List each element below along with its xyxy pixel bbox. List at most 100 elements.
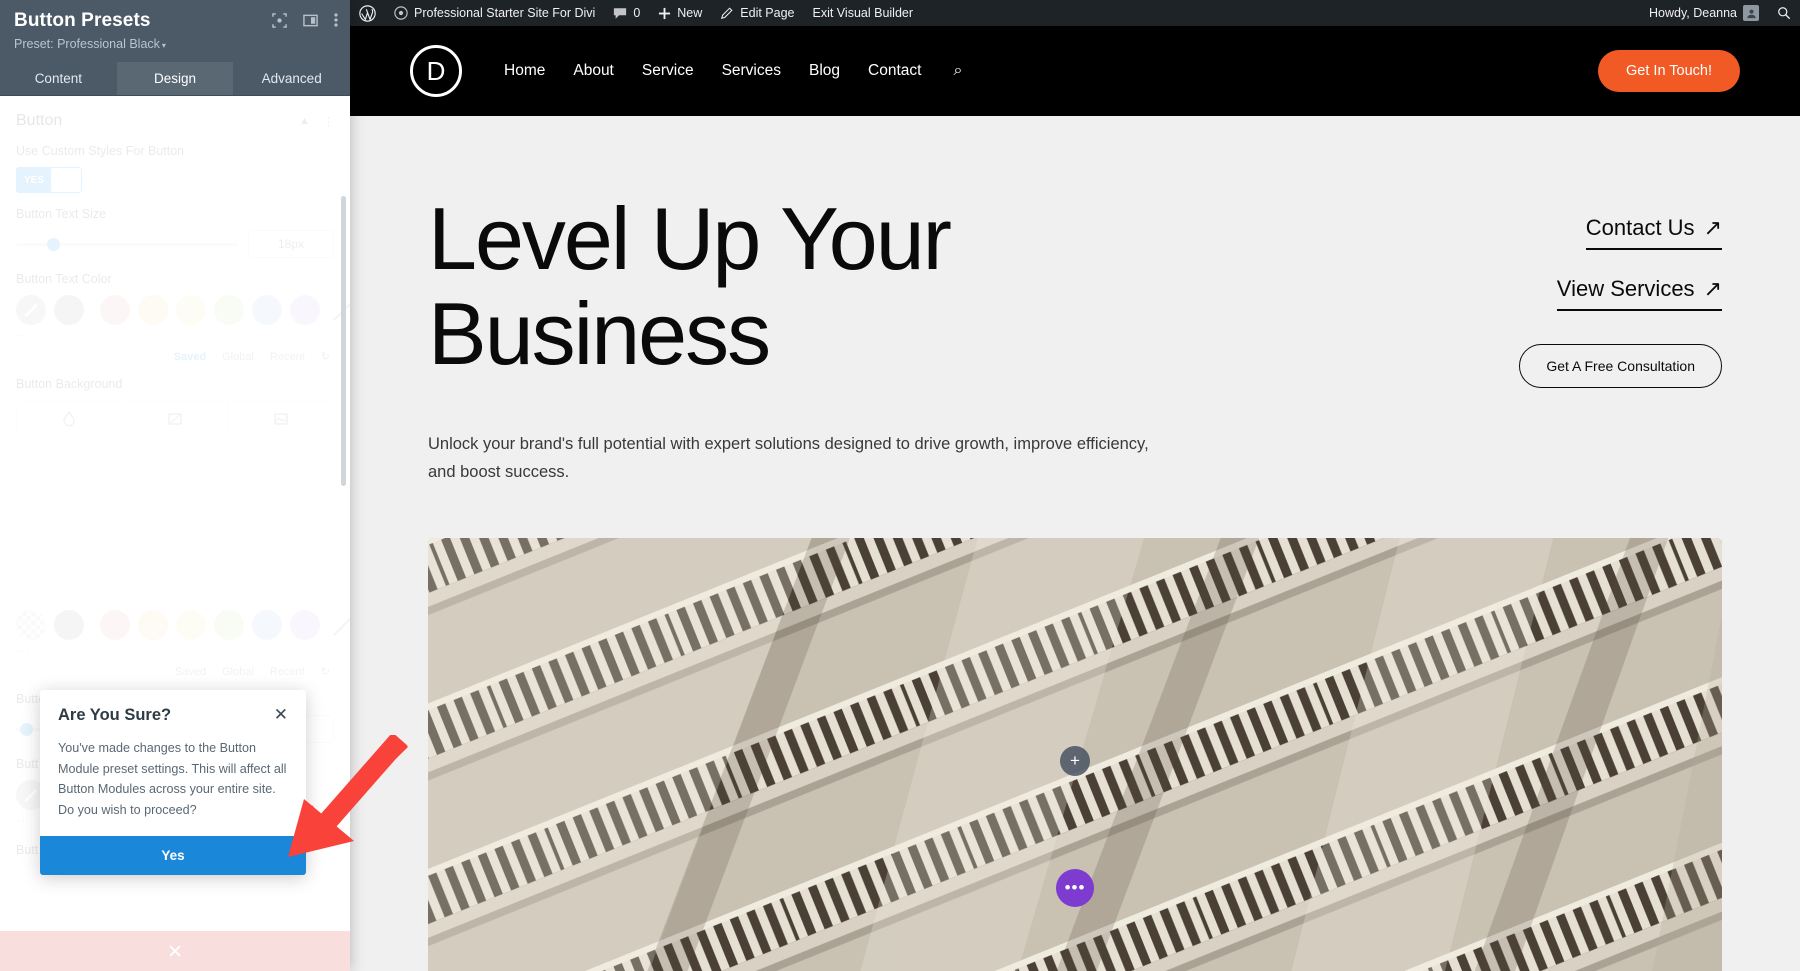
preset-selector[interactable]: Preset: Professional Black ▾: [14, 37, 336, 51]
color-swatch-orange[interactable]: [138, 610, 168, 640]
wp-edit-page-button[interactable]: Edit Page: [711, 0, 803, 26]
panel-header: Button Presets Preset: Professional Blac…: [0, 0, 350, 62]
color-swatch-red[interactable]: [100, 295, 130, 325]
field-button-background: Button Background: [0, 363, 350, 438]
hero-link-view-services[interactable]: View Services ↗: [1556, 276, 1722, 311]
color-swatch-none[interactable]: [328, 610, 350, 640]
nav-item-services[interactable]: Services: [722, 62, 781, 80]
field-background-swatches: ⋯ Saved Global Recent ↻: [0, 438, 350, 678]
wp-howdy-label: Howdy, Deanna: [1648, 6, 1737, 20]
color-swatch-green[interactable]: [214, 295, 244, 325]
nav-item-service[interactable]: Service: [642, 62, 694, 80]
background-color-tab[interactable]: [17, 401, 123, 437]
reset-color-icon[interactable]: ↻: [321, 350, 330, 363]
wp-exit-visual-builder-button[interactable]: Exit Visual Builder: [804, 0, 923, 26]
field-label-button-text-color: Button Text Color: [16, 272, 112, 286]
close-icon[interactable]: ✕: [274, 706, 288, 723]
color-swatch-transparent[interactable]: [16, 610, 46, 640]
wp-logo-button[interactable]: [350, 0, 385, 26]
discard-changes-button[interactable]: [0, 931, 350, 971]
hero-heading-line-2: Business: [428, 284, 771, 384]
responsive-view-icon[interactable]: [272, 12, 287, 28]
arrow-up-right-icon: ↗: [1703, 276, 1722, 301]
panel-footer-actions: [0, 931, 350, 971]
nav-search-icon[interactable]: ⌕: [953, 62, 962, 80]
nav-item-blog[interactable]: Blog: [809, 62, 840, 80]
color-swatch-purple[interactable]: [290, 295, 320, 325]
site-logo[interactable]: D: [410, 45, 462, 97]
nav-item-about[interactable]: About: [573, 62, 614, 80]
section-controls: ▲ ⋮: [299, 115, 334, 128]
paint-drop-icon: [63, 411, 75, 427]
field-label-button-text-size: Button Text Size: [16, 207, 107, 221]
divi-add-module-button[interactable]: +: [1060, 746, 1090, 777]
modal-title: Are You Sure?: [58, 706, 172, 724]
arrow-up-right-icon: ↗: [1703, 215, 1722, 240]
background-image-tab[interactable]: [228, 401, 333, 437]
reset-color-icon[interactable]: ↻: [321, 665, 330, 678]
use-custom-styles-toggle[interactable]: YES: [16, 167, 82, 193]
free-consultation-button[interactable]: Get A Free Consultation: [1519, 344, 1722, 388]
swatch-overflow-dots: ⋯: [16, 327, 32, 343]
color-picker-swatch[interactable]: [16, 295, 46, 325]
modal-confirm-button[interactable]: Yes: [40, 836, 306, 876]
button-text-size-input[interactable]: 18px: [248, 230, 334, 258]
get-in-touch-button[interactable]: Get In Touch!: [1598, 50, 1740, 92]
hero-image[interactable]: + •••: [428, 538, 1722, 971]
color-tab-saved[interactable]: Saved: [175, 666, 206, 678]
divi-more-options-button[interactable]: •••: [1056, 869, 1094, 908]
panel-layout-icon[interactable]: [303, 13, 318, 28]
button-text-size-slider[interactable]: [16, 237, 238, 251]
color-tab-global[interactable]: Global: [222, 351, 254, 363]
color-swatch-yellow[interactable]: [176, 295, 206, 325]
hero-section: Level Up Your Business Contact Us ↗ View…: [350, 116, 1800, 486]
color-swatch-grey[interactable]: [54, 295, 84, 325]
field-label-button-background: Button Background: [16, 377, 123, 391]
site-preview: D Home About Service Services Blog Conta…: [350, 26, 1800, 971]
hero-text-column: Level Up Your Business: [428, 191, 1462, 381]
site-header: D Home About Service Services Blog Conta…: [350, 26, 1800, 116]
more-options-icon[interactable]: ⋮: [323, 115, 334, 128]
modal-body-text: You've made changes to the Button Module…: [58, 741, 287, 817]
panel-scrollbar[interactable]: [341, 196, 346, 486]
hero-link-view-services-label: View Services: [1556, 276, 1695, 301]
color-tab-saved[interactable]: Saved: [174, 351, 206, 363]
hero-link-contact-us[interactable]: Contact Us ↗: [1585, 215, 1722, 250]
tab-design[interactable]: Design: [116, 62, 234, 95]
slider-handle[interactable]: [20, 722, 34, 736]
color-swatch-grey[interactable]: [54, 610, 84, 640]
color-tab-recent[interactable]: Recent: [270, 351, 305, 363]
tab-content[interactable]: Content: [0, 62, 117, 95]
color-swatch-green[interactable]: [214, 610, 244, 640]
tab-advanced[interactable]: Advanced: [233, 62, 350, 95]
color-swatch-orange[interactable]: [138, 295, 168, 325]
chevron-up-icon[interactable]: ▲: [299, 115, 310, 128]
color-swatch-red[interactable]: [100, 610, 130, 640]
color-source-tabs: Saved Global Recent ↻: [16, 665, 334, 679]
wp-comments-button[interactable]: 0: [604, 0, 649, 26]
color-tab-recent[interactable]: Recent: [270, 666, 305, 678]
nav-item-contact[interactable]: Contact: [868, 62, 921, 80]
background-gradient-tab[interactable]: [123, 401, 229, 437]
more-options-icon[interactable]: [334, 12, 338, 28]
wp-search-button[interactable]: [1768, 0, 1800, 26]
dashboard-home-icon: [394, 6, 408, 20]
color-swatch-blue[interactable]: [252, 295, 282, 325]
nav-item-home[interactable]: Home: [504, 62, 545, 80]
slider-handle[interactable]: [47, 237, 61, 251]
hero-paragraph: Unlock your brand's full potential with …: [428, 435, 1149, 482]
wp-account-menu[interactable]: Howdy, Deanna: [1640, 0, 1768, 26]
color-tab-global[interactable]: Global: [222, 666, 254, 678]
section-button[interactable]: Button ▲ ⋮: [0, 96, 350, 130]
color-swatch-purple[interactable]: [290, 610, 320, 640]
panel-header-actions: [272, 12, 338, 28]
search-icon: [1778, 7, 1791, 20]
close-icon: [169, 945, 181, 957]
avatar: [1743, 5, 1759, 21]
wp-site-name[interactable]: Professional Starter Site For Divi: [385, 0, 604, 26]
background-color-swatches: [16, 610, 334, 640]
wp-new-button[interactable]: New: [649, 0, 711, 26]
color-swatch-yellow[interactable]: [176, 610, 206, 640]
color-swatch-none[interactable]: [328, 295, 350, 325]
color-swatch-blue[interactable]: [252, 610, 282, 640]
